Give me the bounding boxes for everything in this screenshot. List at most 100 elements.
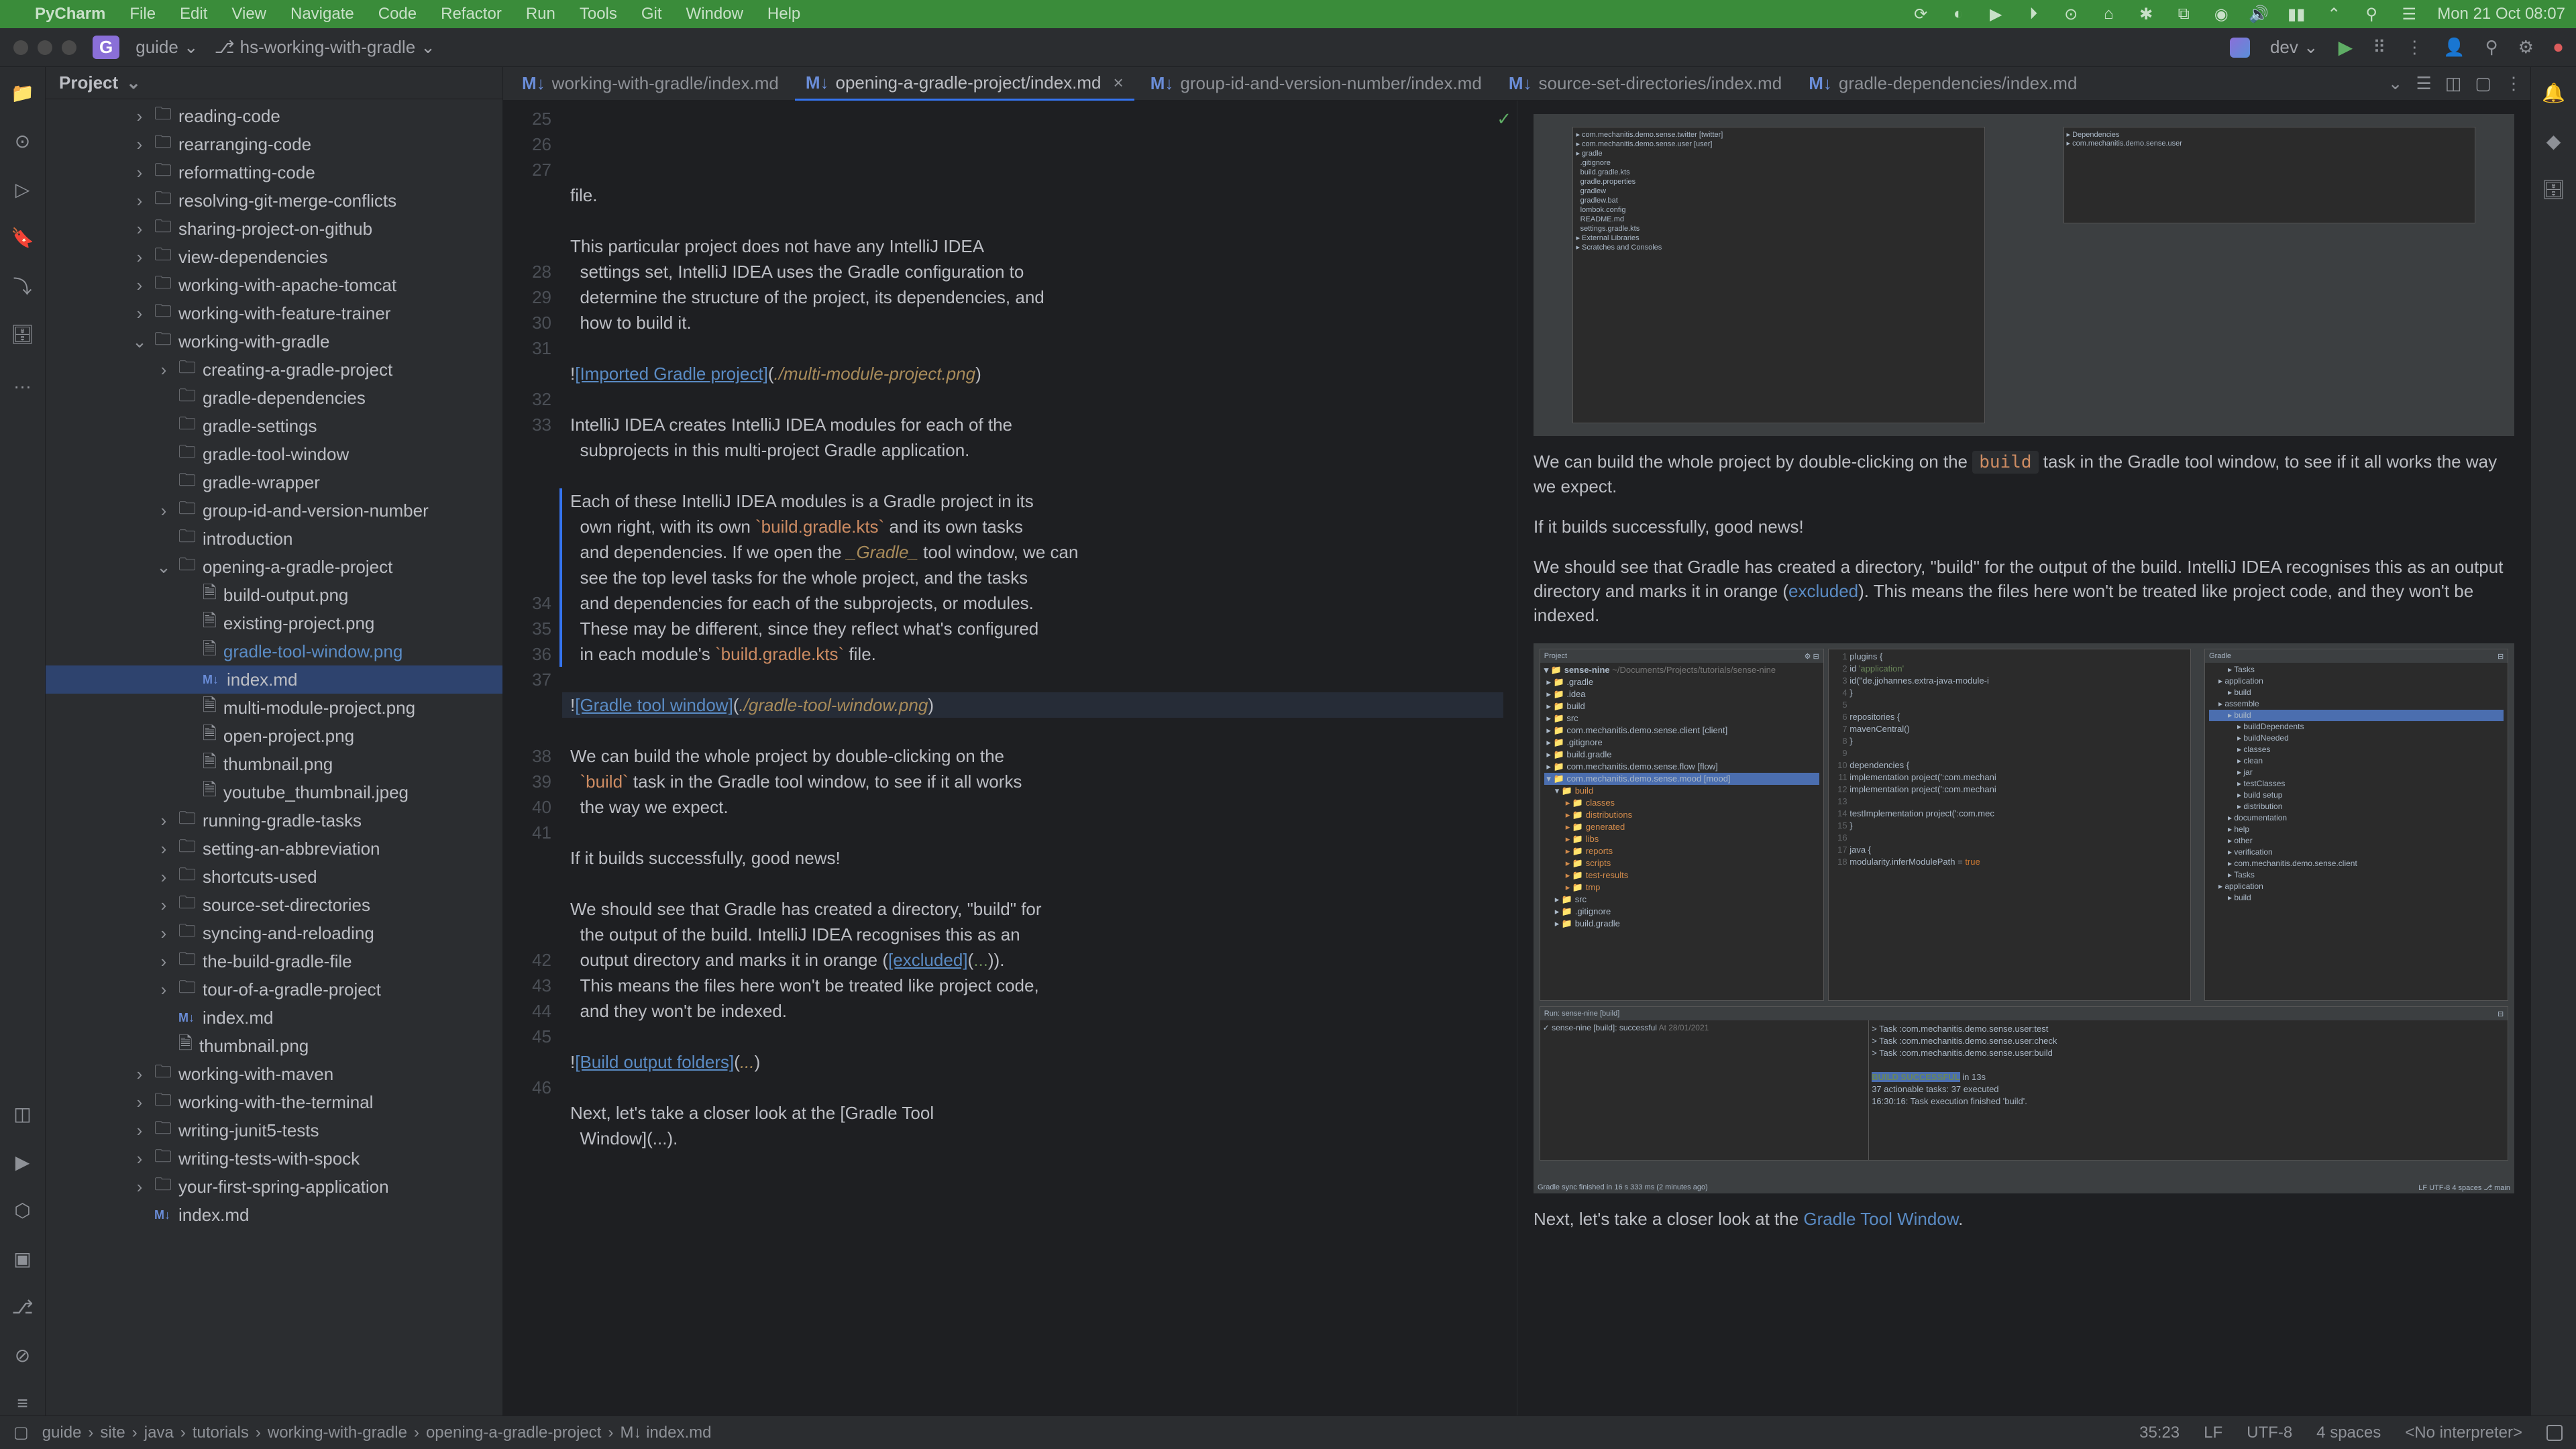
tree-row[interactable]: 🗀introduction <box>46 525 502 553</box>
recording-icon[interactable]: ⏺ <box>2554 37 2563 58</box>
terminal-tool-icon[interactable]: ▣ <box>11 1246 35 1271</box>
services-tool-icon[interactable]: ◫ <box>11 1102 35 1126</box>
search-icon[interactable]: ⚲ <box>2362 5 2381 23</box>
database-tool-icon[interactable]: 🗄 <box>11 322 35 346</box>
line-separator[interactable]: LF <box>2204 1424 2222 1442</box>
breadcrumb-segment[interactable]: site <box>100 1424 125 1442</box>
tree-row[interactable]: 🗎multi-module-project.png <box>46 694 502 722</box>
tree-row[interactable]: ›🗀working-with-maven <box>46 1060 502 1088</box>
more-run-button[interactable]: ⋮ <box>2406 37 2423 58</box>
tray-icon[interactable]: ▶ <box>1986 5 2005 23</box>
tree-row[interactable]: ›🗀running-gradle-tasks <box>46 806 502 835</box>
markdown-preview[interactable]: ▸ com.mechanitis.demo.sense.twitter [twi… <box>1517 101 2530 1415</box>
tree-row[interactable]: ›🗀writing-junit5-tests <box>46 1116 502 1144</box>
tree-row[interactable]: M↓index.md <box>46 1004 502 1032</box>
inspection-ok-icon[interactable]: ✓ <box>1497 106 1511 131</box>
run-config-selector[interactable]: dev ⌄ <box>2270 37 2318 58</box>
commit-tool-icon[interactable]: ⊙ <box>11 129 35 153</box>
tray-icon[interactable]: ⟳ <box>1911 5 1930 23</box>
editor-tab[interactable]: M↓working-with-gradle/index.md <box>511 68 790 99</box>
tray-icon[interactable]: ◐ <box>1949 5 1968 23</box>
tree-row[interactable]: ›🗀working-with-apache-tomcat <box>46 271 502 299</box>
tabs-dropdown-icon[interactable]: ⌄ <box>2388 73 2403 94</box>
readonly-lock-icon[interactable] <box>2546 1425 2563 1441</box>
tree-row[interactable]: ›🗀reading-code <box>46 102 502 130</box>
code-with-me-icon[interactable]: 👤 <box>2443 37 2465 58</box>
menu-edit[interactable]: Edit <box>180 5 207 23</box>
tree-row[interactable]: ›🗀source-set-directories <box>46 891 502 919</box>
tray-icon[interactable]: ⊙ <box>2061 5 2080 23</box>
project-panel-header[interactable]: Project⌄ <box>46 67 502 99</box>
caret-position[interactable]: 35:23 <box>2139 1424 2180 1442</box>
file-encoding[interactable]: UTF-8 <box>2247 1424 2292 1442</box>
tree-row[interactable]: ›🗀your-first-spring-application <box>46 1173 502 1201</box>
editor-preview-icon[interactable]: ▢ <box>2475 73 2491 94</box>
problems-tool-icon[interactable]: ⊘ <box>11 1343 35 1367</box>
bookmarks-tool-icon[interactable]: 🔖 <box>11 225 35 250</box>
todo-tool-icon[interactable]: ≡ <box>11 1391 35 1415</box>
tray-icon[interactable]: ✱ <box>2137 5 2155 23</box>
branch-selector[interactable]: ⎇ hs-working-with-gradle ⌄ <box>215 37 435 58</box>
battery-icon[interactable]: ▮▮ <box>2287 5 2306 23</box>
git-tool-icon[interactable]: ⎇ <box>11 1295 35 1319</box>
project-tool-icon[interactable]: 📁 <box>11 80 35 105</box>
tree-row[interactable]: M↓index.md <box>46 1201 502 1229</box>
tree-row[interactable]: 🗎gradle-tool-window.png <box>46 637 502 665</box>
tree-row[interactable]: 🗎youtube_thumbnail.jpeg <box>46 778 502 806</box>
breadcrumb-segment[interactable]: working-with-gradle <box>268 1424 407 1442</box>
tree-row[interactable]: ›🗀creating-a-gradle-project <box>46 356 502 384</box>
tree-row[interactable]: ›🗀shortcuts-used <box>46 863 502 891</box>
preview-link[interactable]: Gradle Tool Window <box>1803 1209 1958 1229</box>
tree-row[interactable]: ›🗀sharing-project-on-github <box>46 215 502 243</box>
menu-window[interactable]: Window <box>686 5 743 23</box>
close-window[interactable] <box>13 40 28 55</box>
editor-more-icon[interactable]: ⋮ <box>2505 73 2522 94</box>
breadcrumb-segment[interactable]: M↓ index.md <box>620 1424 711 1442</box>
menu-refactor[interactable]: Refactor <box>441 5 502 23</box>
tree-row[interactable]: M↓index.md <box>46 665 502 694</box>
more-tool-icon[interactable]: … <box>11 370 35 394</box>
code-editor[interactable]: 2526272829303132333435363738394041424344… <box>503 101 1517 1415</box>
tree-row[interactable]: ›🗀view-dependencies <box>46 243 502 271</box>
tree-row[interactable]: ›🗀setting-an-abbreviation <box>46 835 502 863</box>
tree-row[interactable]: ›🗀reformatting-code <box>46 158 502 186</box>
tree-row[interactable]: 🗎existing-project.png <box>46 609 502 637</box>
tree-row[interactable]: 🗎open-project.png <box>46 722 502 750</box>
run-tool-icon[interactable]: ▶ <box>11 1150 35 1174</box>
maximize-window[interactable] <box>62 40 76 55</box>
ai-assistant-icon[interactable] <box>2230 38 2250 58</box>
breadcrumb-segment[interactable]: opening-a-gradle-project <box>426 1424 602 1442</box>
ai-tool-icon[interactable]: ◆ <box>2542 129 2566 153</box>
tray-icon[interactable]: ⏵ <box>2024 5 2043 23</box>
editor-tab[interactable]: M↓gradle-dependencies/index.md <box>1798 68 2088 99</box>
menu-help[interactable]: Help <box>767 5 800 23</box>
tree-row[interactable]: ›🗀writing-tests-with-spock <box>46 1144 502 1173</box>
preview-link[interactable]: excluded <box>1788 581 1858 601</box>
menu-view[interactable]: View <box>231 5 266 23</box>
menu-code[interactable]: Code <box>378 5 417 23</box>
menu-file[interactable]: File <box>129 5 156 23</box>
breadcrumb[interactable]: guide›site›java›tutorials›working-with-g… <box>42 1424 712 1442</box>
tree-row[interactable]: 🗎thumbnail.png <box>46 1032 502 1060</box>
menu-navigate[interactable]: Navigate <box>290 5 354 23</box>
debug-button[interactable]: ⠿ <box>2373 37 2385 58</box>
interpreter-selector[interactable]: <No interpreter> <box>2405 1424 2522 1442</box>
wifi-icon[interactable]: ⌃ <box>2324 5 2343 23</box>
search-everywhere-icon[interactable]: ⚲ <box>2485 37 2498 58</box>
editor-tab[interactable]: M↓group-id-and-version-number/index.md <box>1140 68 1493 99</box>
tree-row[interactable]: ›🗀group-id-and-version-number <box>46 496 502 525</box>
database-tool-icon[interactable]: 🗄 <box>2542 177 2566 201</box>
close-tab-icon[interactable]: × <box>1114 72 1124 93</box>
tree-row[interactable]: 🗀gradle-settings <box>46 412 502 440</box>
editor-split-icon[interactable]: ◫ <box>2445 73 2462 94</box>
tray-icon[interactable]: ⌂ <box>2099 5 2118 23</box>
project-badge[interactable]: G <box>93 36 119 59</box>
editor-tab[interactable]: M↓opening-a-gradle-project/index.md× <box>795 67 1134 101</box>
tree-row[interactable]: 🗀gradle-wrapper <box>46 468 502 496</box>
tree-row[interactable]: ›🗀working-with-feature-trainer <box>46 299 502 327</box>
project-tree[interactable]: ›🗀reading-code›🗀rearranging-code›🗀reform… <box>46 99 502 1415</box>
tree-row[interactable]: ⌄🗀opening-a-gradle-project <box>46 553 502 581</box>
tree-row[interactable]: ›🗀resolving-git-merge-conflicts <box>46 186 502 215</box>
tray-icon[interactable]: ◉ <box>2212 5 2231 23</box>
volume-icon[interactable]: 🔊 <box>2249 5 2268 23</box>
